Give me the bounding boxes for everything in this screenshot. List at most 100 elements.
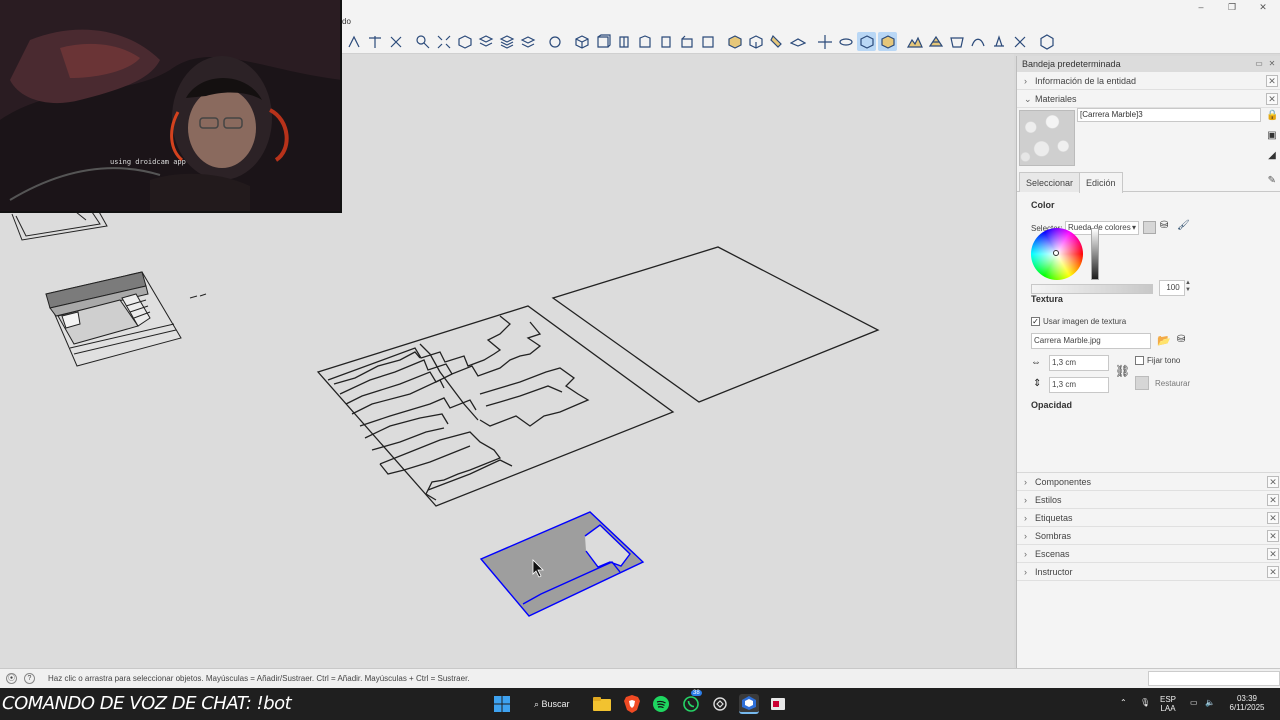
section-plane-icon[interactable] (365, 32, 384, 51)
cube-iso-icon[interactable] (572, 32, 591, 51)
show-hidden-icons[interactable]: ⌃ (1120, 698, 1127, 707)
brave-browser-icon[interactable] (622, 694, 642, 714)
layers-icon[interactable] (518, 32, 537, 51)
bottom-view-icon[interactable] (677, 32, 696, 51)
panel-label: Sombras (1035, 531, 1072, 541)
move-icon[interactable] (815, 32, 834, 51)
eyedropper-icon[interactable]: ✎ (1268, 175, 1276, 186)
sketchup-taskbar-icon[interactable] (739, 694, 759, 714)
orbit-icon[interactable] (836, 32, 855, 51)
sketchup-viewer-icon[interactable] (768, 694, 788, 714)
restore-label[interactable]: Restaurar (1155, 379, 1190, 388)
stack-icon[interactable] (497, 32, 516, 51)
panel-materials[interactable]: ⌄ Materiales ✕ (1017, 90, 1280, 108)
close-icon[interactable]: ✕ (1267, 512, 1279, 524)
material-swatch[interactable] (1019, 110, 1075, 166)
back-view-icon[interactable] (635, 32, 654, 51)
texture-file-field[interactable]: Carrera Marble.jpg (1031, 333, 1151, 349)
network-icon[interactable]: ▭ (1190, 698, 1198, 707)
x-ray-icon[interactable] (476, 32, 495, 51)
tray-close-icon[interactable]: ✕ (1267, 59, 1277, 69)
use-texture-checkbox[interactable]: ✓ (1031, 317, 1040, 326)
edit-texture-icon[interactable]: ⛁ (1177, 334, 1185, 345)
close-icon[interactable]: ✕ (1267, 548, 1279, 560)
terrain-icon[interactable] (905, 32, 924, 51)
close-icon[interactable]: ✕ (1266, 75, 1278, 87)
default-material-icon[interactable]: ◢ (1266, 150, 1278, 162)
clock[interactable]: 03:39 6/11/2025 (1222, 694, 1272, 712)
box-icon[interactable] (725, 32, 744, 51)
eye-dropdown-icon[interactable] (545, 32, 564, 51)
brightness-slider[interactable] (1091, 228, 1099, 280)
tab-edit[interactable]: Edición (1079, 172, 1123, 193)
geo-location-icon[interactable]: ⦿ (6, 673, 17, 684)
lock-icon[interactable]: 🔒 (1266, 110, 1278, 122)
panel-etiquetas[interactable]: › Etiquetas ✕ (1017, 509, 1280, 527)
color-wheel-handle[interactable] (1053, 250, 1059, 256)
panel-entity-info[interactable]: › Información de la entidad ✕ (1017, 72, 1280, 90)
close-icon[interactable]: ✕ (1266, 93, 1278, 105)
texture-height-input[interactable]: 1,3 cm (1049, 377, 1109, 393)
panel-sombras[interactable]: › Sombras ✕ (1017, 527, 1280, 545)
restore-swatch[interactable] (1135, 376, 1149, 390)
top-view-icon[interactable] (698, 32, 717, 51)
match-screen-color-icon[interactable]: 🖌 (1177, 220, 1190, 231)
zoom-icon[interactable] (413, 32, 432, 51)
windows-start-icon[interactable] (492, 694, 512, 714)
left-view-icon[interactable] (656, 32, 675, 51)
panel-escenas[interactable]: › Escenas ✕ (1017, 545, 1280, 563)
sandbox-icon[interactable] (926, 32, 945, 51)
close-icon[interactable]: ✕ (1267, 530, 1279, 542)
volume-icon[interactable]: 🔈 (1205, 698, 1215, 707)
link-aspect-icon[interactable]: ⛓ (1115, 364, 1130, 378)
maximize-button[interactable]: ❐ (1221, 2, 1243, 14)
drape-icon[interactable] (947, 32, 966, 51)
spotify-icon[interactable] (651, 694, 671, 714)
tab-select[interactable]: Seleccionar (1019, 172, 1081, 192)
close-icon[interactable]: ✕ (1267, 494, 1279, 506)
texture-width-input[interactable]: 1,3 cm (1049, 355, 1109, 371)
taskbar-search-button[interactable]: ⌕ Buscar (526, 694, 582, 714)
style-shaded-icon[interactable] (878, 32, 897, 51)
box-open-icon[interactable] (746, 32, 765, 51)
chatgpt-icon[interactable] (710, 694, 730, 714)
whatsapp-icon[interactable]: 38 (681, 690, 702, 714)
browse-folder-icon[interactable]: 📂 (1157, 334, 1171, 347)
file-explorer-icon[interactable] (592, 694, 612, 714)
microphone-icon[interactable]: 🎙 (1140, 698, 1150, 707)
flip-icon[interactable] (1010, 32, 1029, 51)
right-view-icon[interactable] (614, 32, 633, 51)
minimize-button[interactable]: – (1190, 2, 1212, 14)
style-wire-icon[interactable] (857, 32, 876, 51)
create-material-icon[interactable]: ▣ (1266, 130, 1278, 142)
color-wheel[interactable] (1031, 228, 1083, 280)
zoom-extents-icon[interactable] (434, 32, 453, 51)
close-icon[interactable]: ✕ (1267, 476, 1279, 488)
paint-icon[interactable] (767, 32, 786, 51)
panel-estilos[interactable]: › Estilos ✕ (1017, 491, 1280, 509)
close-icon[interactable]: ✕ (1267, 566, 1279, 578)
fix-tone-checkbox[interactable] (1135, 356, 1144, 365)
match-model-color-icon[interactable]: ⛁ (1160, 220, 1168, 231)
opacity-spinner[interactable]: ▲ ▼ (1185, 280, 1191, 294)
panel-componentes[interactable]: › Componentes ✕ (1017, 473, 1280, 491)
close-window-button[interactable]: ✕ (1252, 2, 1274, 14)
current-color-swatch[interactable] (1143, 221, 1156, 234)
panel-instructor[interactable]: › Instructor ✕ (1017, 563, 1280, 581)
tape-icon[interactable] (386, 32, 405, 51)
stamp-icon[interactable] (989, 32, 1008, 51)
material-name-field[interactable]: [Carrera Marble]3 (1077, 108, 1261, 122)
language-indicator[interactable]: ESP LAA (1160, 695, 1176, 713)
walk-icon[interactable] (344, 32, 363, 51)
pin-icon[interactable]: ▭ (1254, 59, 1264, 69)
instructor-icon[interactable]: ? (24, 673, 35, 684)
smooth-icon[interactable] (968, 32, 987, 51)
plane-icon[interactable] (788, 32, 807, 51)
front-view-icon[interactable] (593, 32, 612, 51)
measurements-box[interactable] (1148, 671, 1280, 686)
color-picker-select[interactable]: Rueda de colores ▾ (1065, 221, 1139, 235)
extension-icon[interactable] (1037, 32, 1056, 51)
opacity-slider[interactable] (1031, 284, 1153, 294)
opacity-input[interactable]: 100 (1159, 280, 1185, 296)
iso-view-icon[interactable] (455, 32, 474, 51)
